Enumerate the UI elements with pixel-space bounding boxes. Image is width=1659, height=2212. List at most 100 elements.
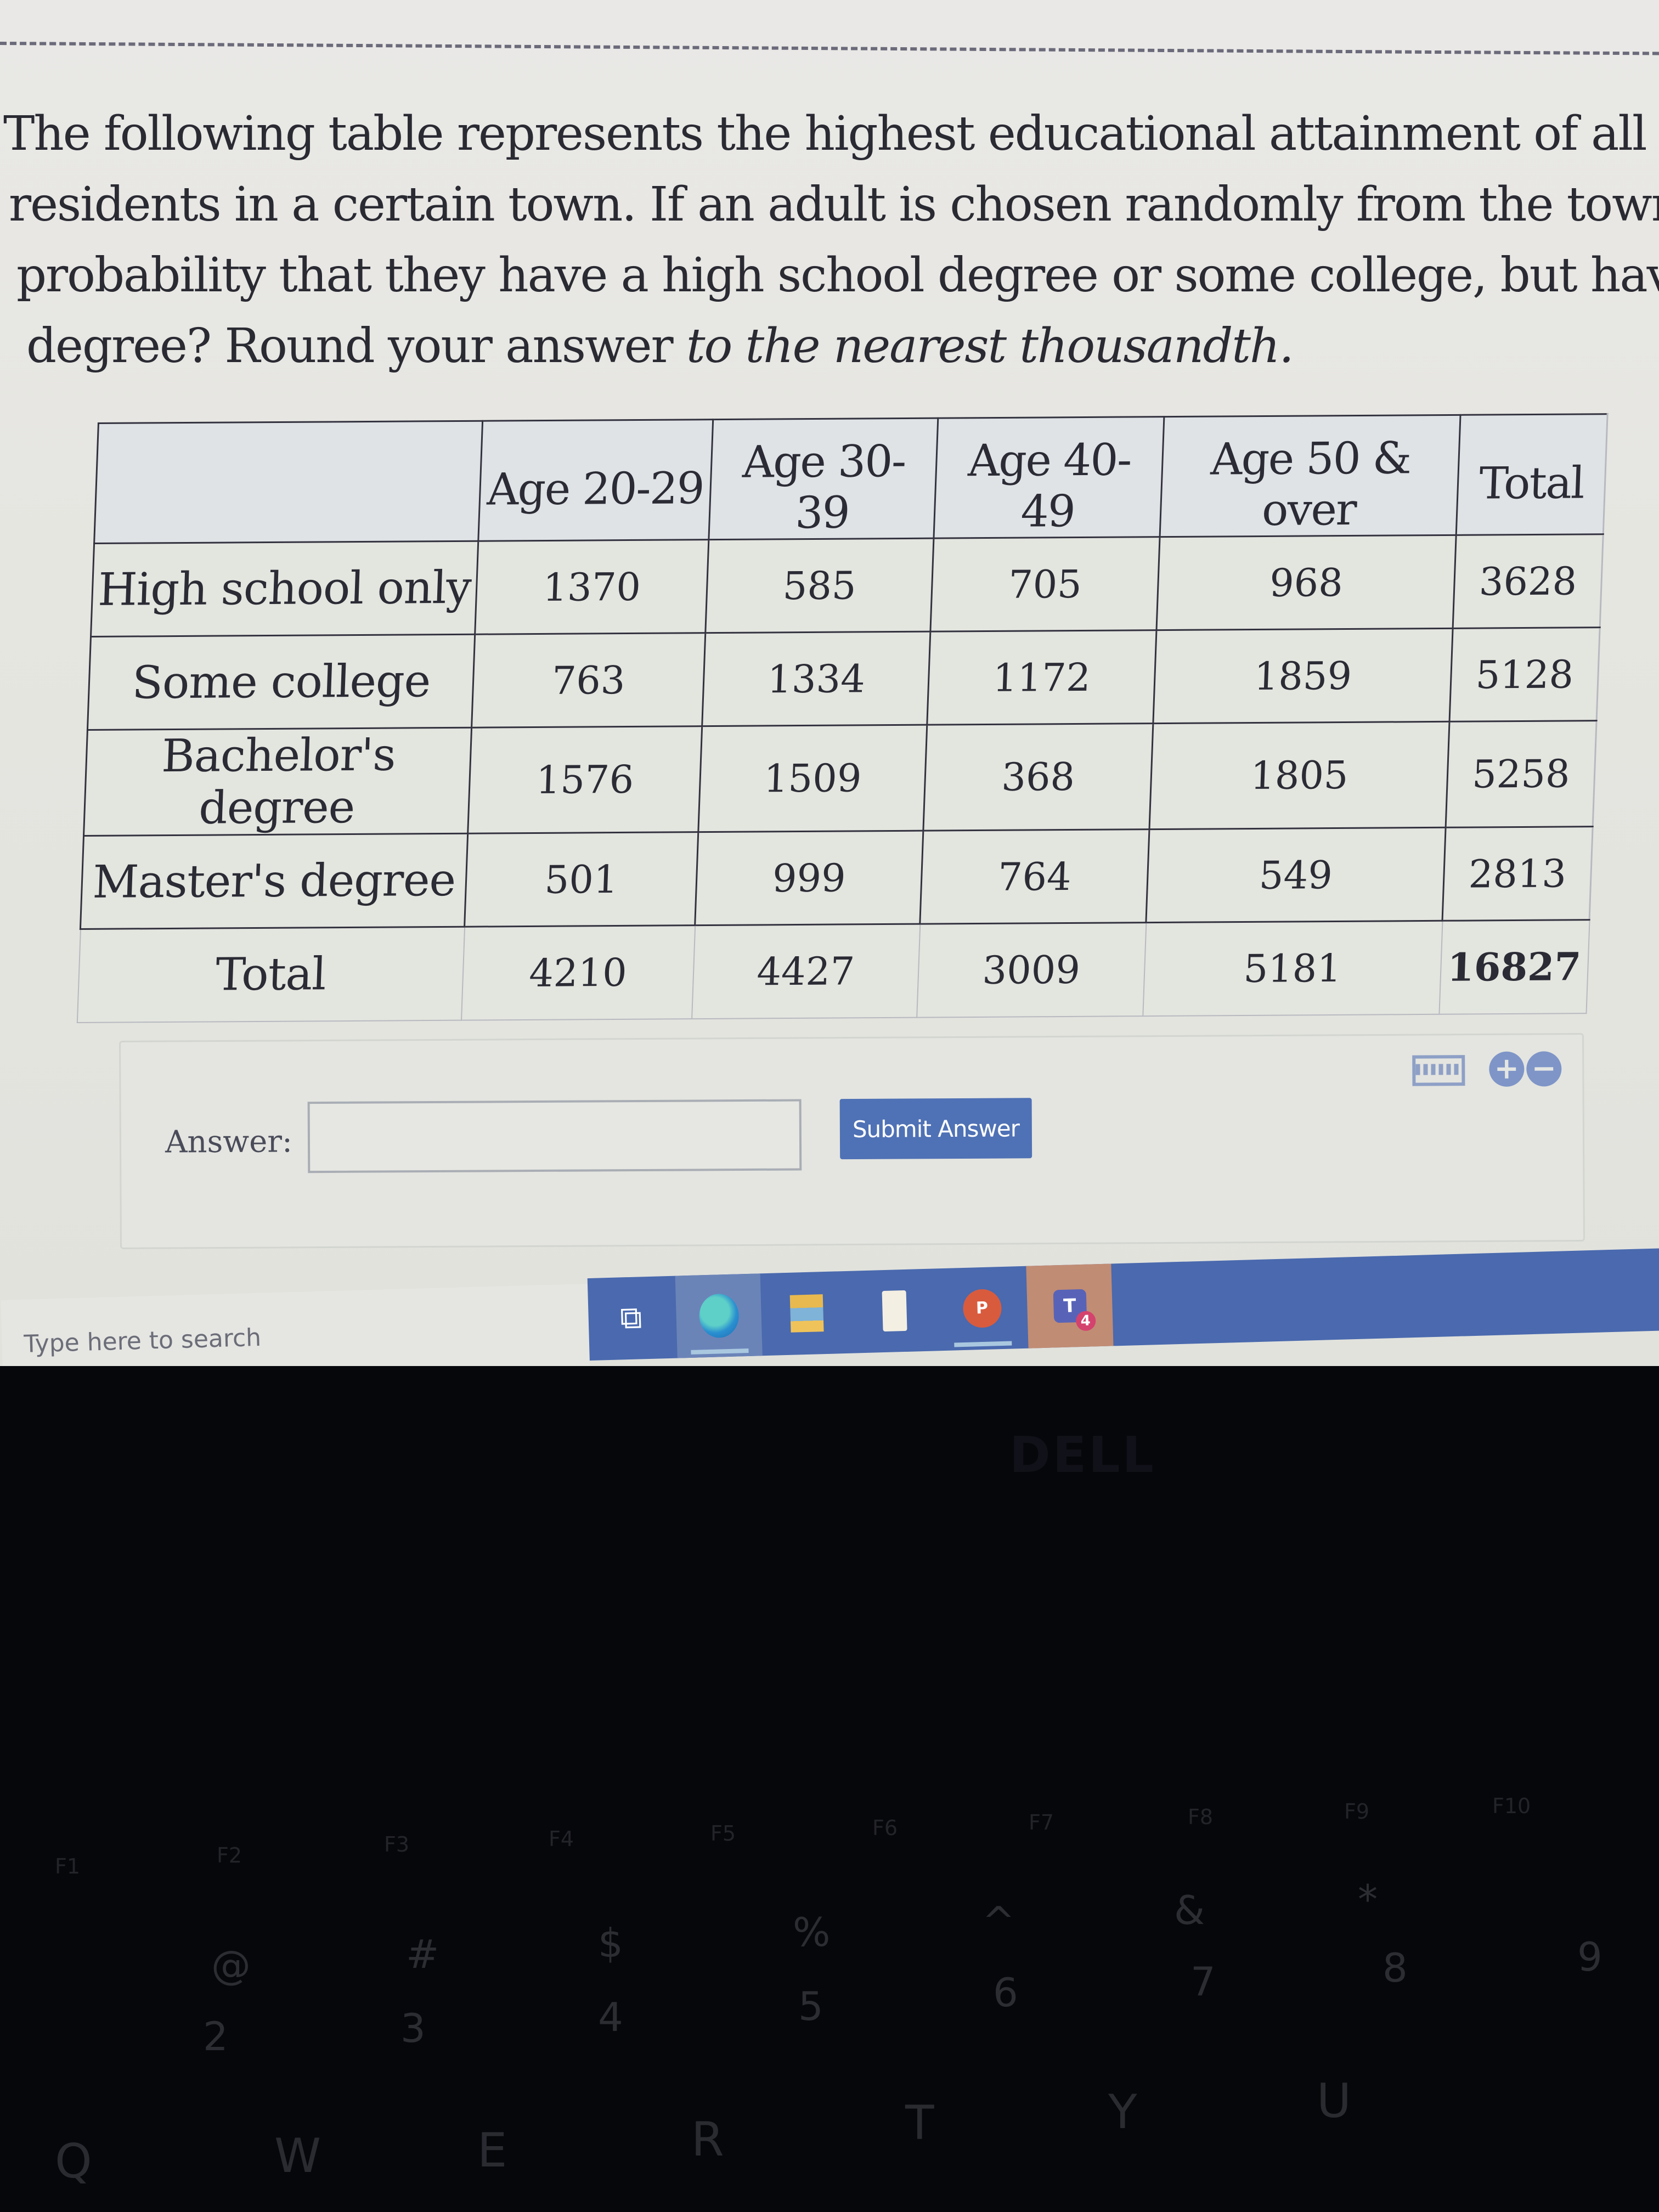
laptop-bezel xyxy=(0,1366,1659,2212)
teams-icon-letter: T xyxy=(1063,1295,1077,1317)
taskbar-search-placeholder: Type here to search xyxy=(23,1323,262,1358)
powerpoint-icon: P xyxy=(962,1289,1002,1329)
file-explorer-icon xyxy=(789,1294,824,1333)
submit-answer-button[interactable]: Submit Answer xyxy=(839,1098,1032,1160)
key-f3: F3 xyxy=(384,1832,410,1857)
column-header-total: Total xyxy=(1456,414,1608,535)
row-total-cell: 5258 xyxy=(1446,720,1597,828)
grand-total-cell: 16827 xyxy=(1438,919,1590,1014)
answer-input[interactable] xyxy=(307,1099,802,1173)
column-total-cell: 5181 xyxy=(1142,921,1443,1016)
row-header: Bachelor's degree xyxy=(83,727,472,836)
key-at: @ xyxy=(211,1942,251,1988)
teams-icon: T 4 xyxy=(1053,1289,1096,1331)
key-ampersand: & xyxy=(1174,1887,1205,1933)
column-total-cell: 4210 xyxy=(461,925,695,1020)
key-8: 8 xyxy=(1383,1945,1408,1991)
table-cell: 501 xyxy=(464,832,698,927)
key-w: W xyxy=(274,2129,321,2183)
table-cell: 1859 xyxy=(1153,628,1453,724)
column-header: Age 30-39 xyxy=(708,418,938,540)
key-hash: # xyxy=(406,1931,439,1977)
keyboard-icon[interactable] xyxy=(1412,1055,1465,1086)
key-u: U xyxy=(1317,2074,1351,2129)
key-3: 3 xyxy=(400,2005,426,2051)
table-cell: 549 xyxy=(1146,827,1446,923)
row-header: High school only xyxy=(91,541,478,637)
table-cell: 585 xyxy=(705,538,934,633)
key-4: 4 xyxy=(598,1994,623,2040)
table-cell: 763 xyxy=(471,633,706,728)
education-table-container: Age 20-29 Age 30-39 Age 40-49 Age 50 & o… xyxy=(76,413,1609,1023)
key-9: 9 xyxy=(1577,1934,1602,1980)
notepad-icon xyxy=(882,1290,907,1332)
row-header-total: Total xyxy=(77,927,465,1023)
key-percent: % xyxy=(793,1909,831,1955)
key-5: 5 xyxy=(798,1983,823,2029)
table-cell: 368 xyxy=(923,723,1153,831)
table-cell: 999 xyxy=(695,831,923,926)
row-header: Some college xyxy=(87,634,475,730)
key-caret: ^ xyxy=(982,1898,1015,1944)
table-row: High school only 1370 585 705 968 3628 xyxy=(91,534,1604,637)
powerpoint-taskbar-button[interactable]: P xyxy=(938,1266,1025,1351)
column-total-cell: 3009 xyxy=(916,922,1146,1018)
table-row: Bachelor's degree 1576 1509 368 1805 525… xyxy=(83,720,1597,836)
education-table: Age 20-29 Age 30-39 Age 40-49 Age 50 & o… xyxy=(76,413,1609,1023)
column-header: Age 20-29 xyxy=(478,419,713,541)
brand-logo: DELL xyxy=(1009,1426,1156,1484)
row-total-cell: 2813 xyxy=(1442,826,1593,921)
row-total-cell: 5128 xyxy=(1449,627,1600,722)
edge-taskbar-button[interactable] xyxy=(675,1273,763,1358)
key-f6: F6 xyxy=(872,1816,898,1840)
table-cell: 705 xyxy=(930,537,1160,632)
column-header: Age 50 & over xyxy=(1160,415,1461,537)
column-header: Age 40-49 xyxy=(933,416,1164,539)
key-t: T xyxy=(905,2096,934,2151)
zoom-out-icon[interactable]: − xyxy=(1526,1051,1562,1087)
key-f5: F5 xyxy=(710,1821,736,1846)
key-asterisk: * xyxy=(1358,1876,1378,1922)
key-e: E xyxy=(477,2123,507,2178)
teams-taskbar-button[interactable]: T 4 xyxy=(1026,1263,1114,1348)
table-row: Master's degree 501 999 764 549 2813 xyxy=(80,826,1593,929)
key-r: R xyxy=(691,2112,724,2167)
column-total-cell: 4427 xyxy=(691,924,920,1019)
taskbar-search-box[interactable]: Type here to search xyxy=(1,1284,590,1366)
table-cell: 1509 xyxy=(698,725,927,832)
task-view-button[interactable]: ⧉ xyxy=(588,1276,675,1361)
table-cell: 968 xyxy=(1156,535,1457,630)
edge-icon xyxy=(698,1293,740,1339)
table-cell: 1576 xyxy=(467,726,702,834)
key-q: Q xyxy=(55,2134,92,2189)
table-header-row: Age 20-29 Age 30-39 Age 40-49 Age 50 & o… xyxy=(94,414,1608,544)
question-line: degree? Round your answer to the nearest… xyxy=(3,311,1655,382)
notepad-taskbar-button[interactable] xyxy=(851,1268,938,1353)
answer-panel: Answer: Submit Answer + − xyxy=(119,1033,1585,1249)
answer-label: Answer: xyxy=(165,1124,293,1160)
table-cell: 1334 xyxy=(702,631,930,726)
table-total-row: Total 4210 4427 3009 5181 16827 xyxy=(77,919,1590,1023)
key-6: 6 xyxy=(993,1970,1018,2016)
screen: The following table represents the highe… xyxy=(0,0,1659,1366)
question-line: probability that they have a high school… xyxy=(16,248,1659,303)
table-cell: 764 xyxy=(919,829,1149,924)
key-f9: F9 xyxy=(1344,1799,1370,1824)
dashed-separator xyxy=(0,42,1659,55)
key-f10: F10 xyxy=(1492,1794,1531,1818)
table-cell: 1370 xyxy=(475,539,709,635)
table-cell: 1805 xyxy=(1149,721,1450,830)
column-header-blank xyxy=(94,421,483,544)
table-row: Some college 763 1334 1172 1859 5128 xyxy=(87,627,1600,730)
zoom-in-icon[interactable]: + xyxy=(1489,1051,1525,1087)
question-line: The following table represents the highe… xyxy=(3,106,1659,161)
key-2: 2 xyxy=(203,2013,228,2059)
question-line: residents in a certain town. If an adult… xyxy=(9,177,1659,232)
taskbar-apps: ⧉ P T 4 xyxy=(587,1248,1659,1361)
question-text-italic: to the nearest thousandth. xyxy=(686,319,1294,374)
key-f7: F7 xyxy=(1029,1810,1054,1835)
key-f1: F1 xyxy=(55,1854,81,1878)
row-total-cell: 3628 xyxy=(1453,534,1604,629)
key-f8: F8 xyxy=(1188,1805,1214,1829)
file-explorer-taskbar-button[interactable] xyxy=(763,1271,850,1356)
